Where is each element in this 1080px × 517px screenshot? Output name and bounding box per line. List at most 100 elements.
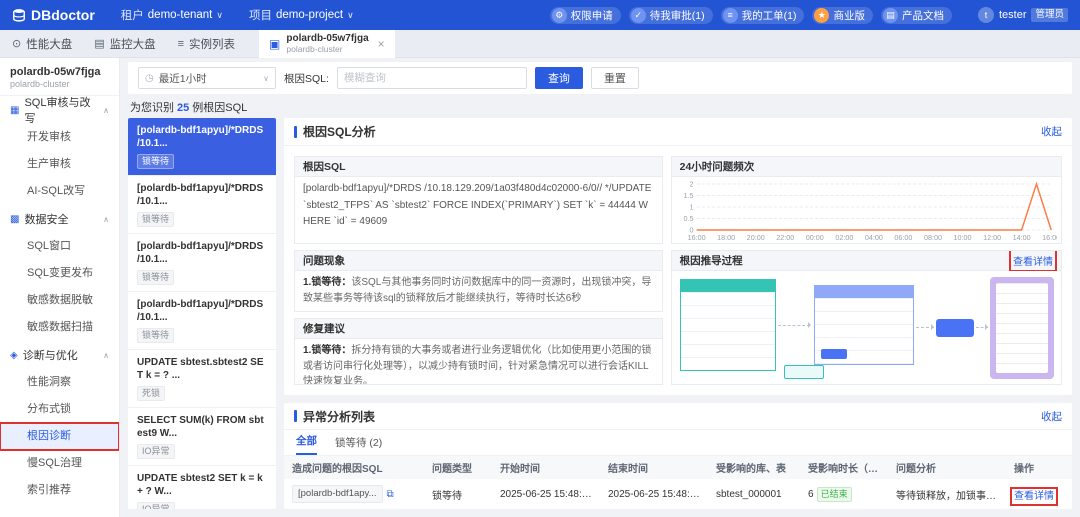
logo[interactable]: DBdoctor — [12, 7, 95, 23]
instance-tab-title: polardb-05w7fjga — [286, 32, 369, 44]
project-select[interactable]: 项目 demo-project ∨ — [249, 7, 354, 23]
node-header — [814, 286, 913, 298]
derivation-lock-chip — [783, 365, 824, 379]
sidebar: polardb-05w7fjga polardb-cluster ▦ SQL审核与… — [0, 58, 120, 517]
phenomenon-title: 问题现象 — [295, 251, 662, 271]
root-sql-search-input[interactable] — [336, 67, 527, 89]
sidebar-menu: ▦ SQL审核与改写 ∧ 开发审核 生产审核 AI-SQL改写 ▩ 数据安全 ∧ SQL窗口 SQL… — [0, 96, 119, 504]
sidebar-item[interactable]: AI-SQL改写 — [0, 178, 119, 205]
root-sql-card-title: [polardb-bdf1apyu]/*DRDS /10.1... — [137, 183, 264, 207]
sidebar-section-1[interactable]: ▦ SQL审核与改写 ∧ — [0, 96, 119, 125]
root-sql-card[interactable]: SELECT SUM(k) FROM sbtest9 W... IO异常 — [128, 408, 276, 466]
sidebar-item[interactable]: 敏感数据扫描 — [0, 314, 119, 341]
tab-2[interactable]: ▤ 监控大盘 — [94, 36, 155, 52]
project-value: demo-project — [275, 9, 344, 21]
role-badge: 管理员 — [1031, 8, 1068, 22]
sidebar-item[interactable]: 生产审核 — [0, 151, 119, 178]
user-avatar: t — [977, 7, 994, 23]
x-axis-tick: 12:00 — [983, 234, 1001, 242]
frequency-title: 24小时问题频次 — [671, 157, 1061, 177]
section-accent-bar — [294, 410, 297, 422]
reset-button[interactable]: 重置 — [590, 67, 639, 89]
tab-1[interactable]: ⊙ 性能大盘 — [12, 36, 72, 52]
root-sql-card[interactable]: [polardb-bdf1apyu]/*DRDS /10.1... 锁等待 — [128, 118, 276, 176]
root-sql-card-title: [polardb-bdf1apyu]/*DRDS /10.1... — [137, 241, 264, 265]
topbar-action-2[interactable]: ✓ 待我审批(1) — [628, 6, 713, 24]
tab-label: 性能大盘 — [26, 38, 73, 51]
view-detail-link[interactable]: 查看详情 — [1010, 486, 1058, 506]
sidebar-item[interactable]: 性能洞察 — [0, 369, 119, 396]
sidebar-item[interactable]: 敏感数据脱敏 — [0, 287, 119, 314]
app-root: DBdoctor 租户 demo-tenant ∨ 项目 demo-projec… — [0, 0, 1080, 517]
root-sql-card-title: SELECT SUM(k) FROM sbtest9 W... — [137, 415, 264, 439]
phenomenon-text: 1.锁等待：该SQL与其他事务同时访问数据库中的同一资源时，出现锁冲突，导致某些… — [295, 271, 662, 310]
y-axis-tick: 1 — [689, 203, 693, 211]
analysis-collapse-link[interactable]: 收起 — [1041, 124, 1062, 139]
sidebar-item[interactable]: 分布式锁 — [0, 396, 119, 423]
x-axis-tick: 08:00 — [924, 234, 942, 242]
phenomenon-box: 问题现象 1.锁等待：该SQL与其他事务同时访问数据库中的同一资源时，出现锁冲突… — [294, 250, 663, 312]
sidebar-item[interactable]: 索引推荐 — [0, 477, 119, 504]
sidebar-item[interactable]: SQL变更发布 — [0, 260, 119, 287]
table-column-header: 结束时间 — [600, 456, 708, 479]
sidebar-item[interactable]: 开发审核 — [0, 124, 119, 151]
right-column: 根因SQL分析 收起 根因SQL [polardb-bdf1apyu]/*DRD… — [284, 118, 1072, 509]
time-range-select[interactable]: ◷ 最近1小时 ∨ — [138, 67, 276, 89]
tab-3[interactable]: ≡ 实例列表 — [178, 36, 235, 52]
tenant-select[interactable]: 租户 demo-tenant ∨ — [121, 7, 223, 23]
topbar-action-3[interactable]: ≡ 我的工单(1) — [720, 6, 805, 24]
topbar-actions: ⚙ 权限申请 ✓ 待我审批(1) ≡ 我的工单(1) ★ 商业版 ▤ 产品文档 — [549, 6, 952, 24]
derivation-title: 根因推导过程 — [679, 255, 743, 267]
table-row[interactable]: [polardb-bdf1apy... ⧉ 锁等待 2025-06-25 15:4… — [284, 479, 1072, 509]
topbar: DBdoctor 租户 demo-tenant ∨ 项目 demo-projec… — [0, 0, 1080, 30]
root-sql-card[interactable]: [polardb-bdf1apyu]/*DRDS /10.1... 锁等待 — [128, 292, 276, 350]
frequency-line-chart: 00.511.5216:00 18:00 20:00 22:00 00:00 02:00 0… — [683, 180, 1057, 242]
sidebar-item[interactable]: 根因诊断 — [0, 422, 119, 451]
issue-table: 造成问题的根因SQL 问题类型 开始时间 结束时间 受影响的库、表 受影响时长（秒） 问题分… — [284, 456, 1072, 509]
instance-name: polardb-05w7fjga — [10, 66, 101, 78]
cell-issue-type: 锁等待 — [432, 490, 462, 502]
analysis-body: 根因SQL [polardb-bdf1apyu]/*DRDS /10.18.12… — [284, 146, 1072, 395]
clock-icon: ◷ — [145, 72, 154, 84]
sidebar-section-3[interactable]: ◈ 诊断与优化 ∧ — [0, 341, 119, 369]
tab-all[interactable]: 全部 — [296, 433, 317, 455]
result-panel-card — [995, 283, 1048, 373]
topbar-action-label: 我的工单(1) — [741, 9, 797, 22]
copy-icon[interactable]: ⧉ — [387, 489, 394, 500]
tab-lock-wait[interactable]: 锁等待 (2) — [335, 435, 382, 455]
node-mini-button — [820, 349, 847, 359]
topbar-action-5[interactable]: ▤ 产品文档 — [880, 6, 952, 24]
sidebar-item[interactable]: 慢SQL治理 — [0, 450, 119, 477]
topbar-action-label: 产品文档 — [901, 9, 944, 22]
user-menu[interactable]: t tester 管理员 — [977, 7, 1068, 23]
cell-start-time: 2025-06-25 15:48:13 — [500, 488, 593, 500]
issue-type-tag: IO异常 — [137, 444, 175, 459]
business-icon: ★ — [814, 7, 830, 23]
chevron-up-icon: ∧ — [103, 350, 109, 360]
derivation-detail-button[interactable]: 查看详情 — [1009, 251, 1057, 272]
root-sql-card[interactable]: [polardb-bdf1apyu]/*DRDS /10.1... 锁等待 — [128, 234, 276, 292]
root-sql-card[interactable]: [polardb-bdf1apyu]/*DRDS /10.1... 锁等待 — [128, 176, 276, 234]
table-column-header: 问题类型 — [424, 456, 492, 479]
x-axis-tick: 02:00 — [835, 234, 853, 242]
sidebar-item[interactable]: SQL窗口 — [0, 233, 119, 260]
topbar-action-1[interactable]: ⚙ 权限申请 — [549, 6, 621, 24]
root-sql-card[interactable]: UPDATE sbtest.sbtest2 SET k = ? ... 死锁 — [128, 350, 276, 408]
issue-type-tag: 死锁 — [137, 386, 166, 401]
tab-instance-polardb[interactable]: ▣ polardb-05w7fjga polardb-cluster × — [259, 29, 395, 58]
table-column-header: 受影响的库、表 — [708, 456, 800, 479]
close-icon[interactable]: × — [378, 37, 385, 51]
root-sql-card[interactable]: UPDATE sbtest2 SET k = k + ? W... IO异常 — [128, 466, 276, 509]
approval-icon: ✓ — [630, 7, 646, 23]
topbar-action-4[interactable]: ★ 商业版 — [812, 6, 873, 24]
issue-table-collapse-link[interactable]: 收起 — [1041, 409, 1062, 424]
result-count: 25 — [177, 102, 190, 114]
topbar-action-label: 权限申请 — [570, 9, 613, 22]
query-button[interactable]: 查询 — [534, 67, 583, 89]
dashboard-tabbar: ⊙ 性能大盘 ▤ 监控大盘 ≡ 实例列表 ▣ polardb-05w7fjga polar… — [0, 29, 1080, 58]
section-icon: ◈ — [10, 349, 18, 361]
main-content: ◷ 最近1小时 ∨ 根因SQL: 查询 重置 为您识别25例根因SQL [pol… — [120, 58, 1080, 517]
derivation-header: 根因推导过程 查看详情 — [671, 251, 1061, 272]
sidebar-section-2[interactable]: ▩ 数据安全 ∧ — [0, 205, 119, 233]
table-column-header: 造成问题的根因SQL — [284, 456, 424, 479]
